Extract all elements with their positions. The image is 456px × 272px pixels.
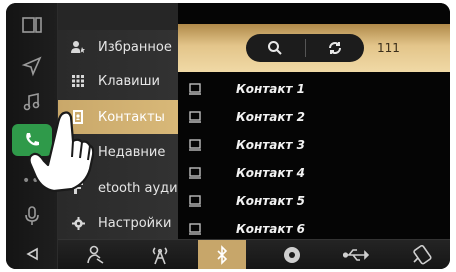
phone-device-icon[interactable] (398, 240, 446, 269)
contact-row[interactable]: Контакт 5 (178, 187, 450, 215)
contacts-panel: 111 Контакт 1 Контакт 2 Контакт 3 Контак… (178, 3, 450, 239)
search-sync-pill (246, 34, 364, 62)
phone-device-icon (178, 139, 212, 151)
menu-header-strip (58, 3, 178, 30)
phone-device-icon (178, 111, 212, 123)
contact-name: Контакт 4 (236, 166, 306, 180)
phone-device-icon (178, 83, 212, 95)
contact-row[interactable]: Контакт 3 (178, 131, 450, 159)
phone-device-icon (178, 167, 212, 179)
radio-antenna-icon[interactable] (136, 240, 184, 269)
contact-row[interactable]: Контакт 4 (178, 159, 450, 187)
menu-item-keypad[interactable]: Клавиши (58, 64, 178, 98)
contact-name: Контакт 5 (236, 194, 306, 208)
refresh-icon[interactable] (305, 34, 364, 62)
phone-device-icon (178, 223, 212, 235)
contact-name: Контакт 2 (236, 110, 306, 124)
person-star-icon (58, 40, 98, 54)
menu-item-favorites[interactable]: Избранное (58, 30, 178, 64)
bottom-source-bar (58, 239, 450, 269)
microphone-icon[interactable] (14, 201, 50, 231)
contact-name: Контакт 3 (236, 138, 306, 152)
navigation-icon[interactable] (14, 51, 50, 81)
bluetooth-icon[interactable] (198, 240, 246, 269)
keypad-icon (58, 75, 98, 87)
hand-pointer-icon (28, 111, 94, 193)
phone-device-icon (178, 195, 212, 207)
search-icon[interactable] (246, 34, 305, 62)
disc-icon[interactable] (268, 240, 316, 269)
usb-icon[interactable] (332, 240, 380, 269)
contacts-toolbar: 111 (178, 24, 450, 72)
menu-item-settings[interactable]: Настройки (58, 206, 178, 240)
contact-name: Контакт 6 (236, 222, 306, 236)
driver-icon[interactable] (72, 240, 120, 269)
menu-item-label: Клавиши (98, 73, 160, 89)
contact-row[interactable]: Контакт 2 (178, 103, 450, 131)
menu-item-label: etooth ауди (98, 180, 178, 196)
contacts-count: 111 (377, 41, 400, 55)
gear-icon (58, 216, 98, 230)
back-icon[interactable] (14, 243, 50, 265)
split-screen-icon[interactable] (14, 10, 50, 40)
contact-row[interactable]: Контакт 1 (178, 75, 450, 103)
menu-item-label: Избранное (98, 39, 172, 55)
menu-item-label: Недавние (98, 144, 166, 160)
menu-item-label: Настройки (98, 215, 172, 231)
head-unit-screen: ••• Избранное Клавиши Контакты Недавние … (6, 3, 450, 269)
contact-name: Контакт 1 (236, 82, 306, 96)
menu-item-label: Контакты (98, 109, 165, 125)
